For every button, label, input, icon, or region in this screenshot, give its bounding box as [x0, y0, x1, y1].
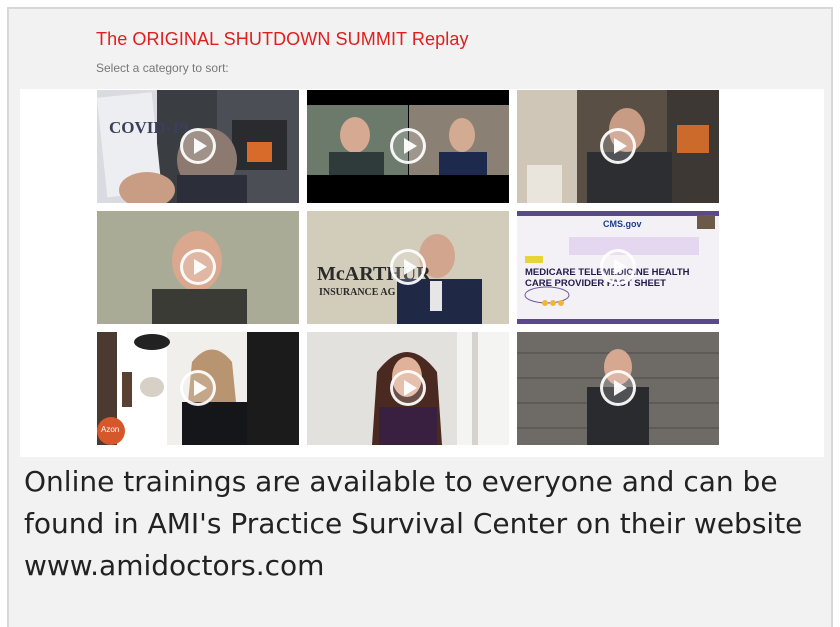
- header: The ORIGINAL SHUTDOWN SUMMIT Replay Sele…: [9, 9, 835, 91]
- video-thumbnail-7[interactable]: Azon: [97, 332, 299, 445]
- play-circle-icon: [390, 370, 426, 406]
- cms-logo-text: CMS.gov: [603, 219, 642, 229]
- video-thumbnail-1[interactable]: COVID-19: [97, 90, 299, 203]
- play-circle-icon: [600, 249, 636, 285]
- play-circle-icon: [390, 128, 426, 164]
- video-grid: COVID-19 McARTHUR INSURANCE AG CMS.gov M…: [20, 89, 824, 457]
- thumbnail-overlay-subtext: INSURANCE AG: [319, 287, 396, 298]
- video-thumbnail-3[interactable]: [517, 90, 719, 203]
- training-info-caption: Online trainings are available to everyo…: [24, 465, 803, 582]
- content-frame: The ORIGINAL SHUTDOWN SUMMIT Replay Sele…: [7, 7, 833, 627]
- video-thumbnail-8[interactable]: [307, 332, 509, 445]
- thumbnail-overlay-text: Azon: [101, 425, 120, 434]
- category-sort-label: Select a category to sort:: [96, 61, 229, 75]
- video-thumbnail-6[interactable]: CMS.gov MEDICARE TELEMEDICINE HEALTH CAR…: [517, 211, 719, 324]
- play-circle-icon: [180, 128, 216, 164]
- play-circle-icon: [180, 249, 216, 285]
- play-circle-icon: [180, 370, 216, 406]
- play-circle-icon: [390, 249, 426, 285]
- page-title: The ORIGINAL SHUTDOWN SUMMIT Replay: [96, 29, 469, 49]
- thumbnail-overlay-subtext: CARE PROVIDER FACT SHEET: [525, 278, 666, 289]
- thumbnail-overlay-text: COVID-19: [109, 118, 189, 137]
- video-thumbnail-2[interactable]: [307, 90, 509, 203]
- video-thumbnail-5[interactable]: McARTHUR INSURANCE AG: [307, 211, 509, 324]
- video-thumbnail-9[interactable]: [517, 332, 719, 445]
- video-thumbnail-4[interactable]: [97, 211, 299, 324]
- play-circle-icon: [600, 128, 636, 164]
- play-circle-icon: [600, 370, 636, 406]
